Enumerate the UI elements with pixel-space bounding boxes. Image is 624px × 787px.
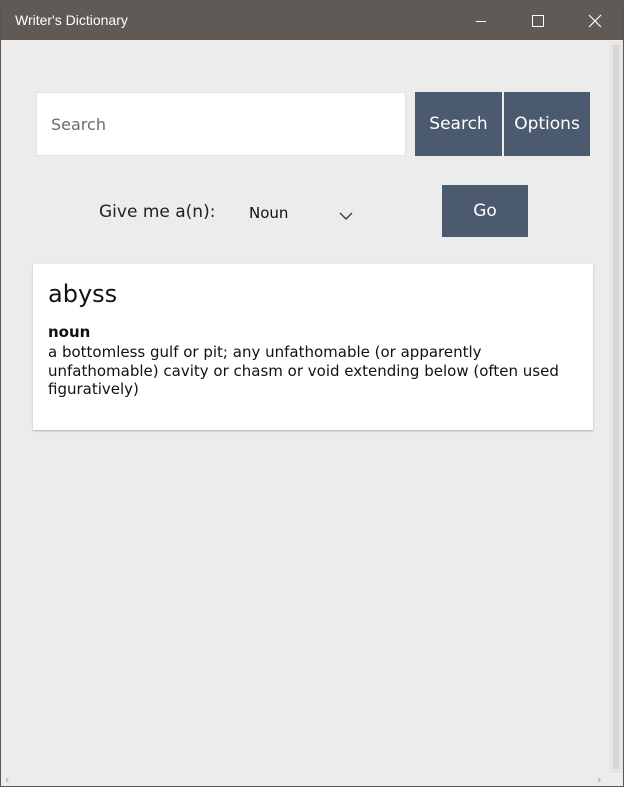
- close-icon: [588, 14, 602, 28]
- maximize-button[interactable]: [515, 1, 561, 40]
- minimize-button[interactable]: [458, 1, 504, 40]
- word-heading: abyss: [48, 280, 118, 308]
- give-me-label: Give me a(n):: [99, 202, 216, 222]
- dropdown-selected-value: Noun: [249, 204, 289, 222]
- vertical-scrollbar[interactable]: [609, 41, 623, 773]
- maximize-icon: [532, 14, 544, 27]
- chevron-down-icon: [339, 206, 353, 225]
- title-bar[interactable]: Writer's Dictionary: [1, 1, 623, 40]
- scrollbar-thumb[interactable]: [613, 45, 619, 769]
- definition-card: abyss noun a bottomless gulf or pit; any…: [33, 264, 593, 430]
- scroll-left-icon[interactable]: ‹: [5, 774, 9, 785]
- horizontal-scrollbar[interactable]: ‹ ›: [1, 773, 609, 786]
- part-of-speech-dropdown[interactable]: Noun: [241, 197, 361, 229]
- window-title: Writer's Dictionary: [15, 12, 128, 28]
- search-input[interactable]: [37, 93, 405, 155]
- minimize-icon: [475, 15, 487, 27]
- scroll-right-icon[interactable]: ›: [597, 774, 601, 785]
- search-button[interactable]: Search: [415, 92, 502, 156]
- app-window: Writer's Dictionary Search Options Give …: [0, 0, 624, 787]
- go-button[interactable]: Go: [442, 185, 528, 237]
- options-button[interactable]: Options: [504, 92, 590, 156]
- close-button[interactable]: [572, 1, 618, 40]
- part-of-speech-label: noun: [48, 323, 91, 341]
- definition-text: a bottomless gulf or pit; any unfathomab…: [48, 343, 559, 398]
- search-field[interactable]: [36, 92, 406, 156]
